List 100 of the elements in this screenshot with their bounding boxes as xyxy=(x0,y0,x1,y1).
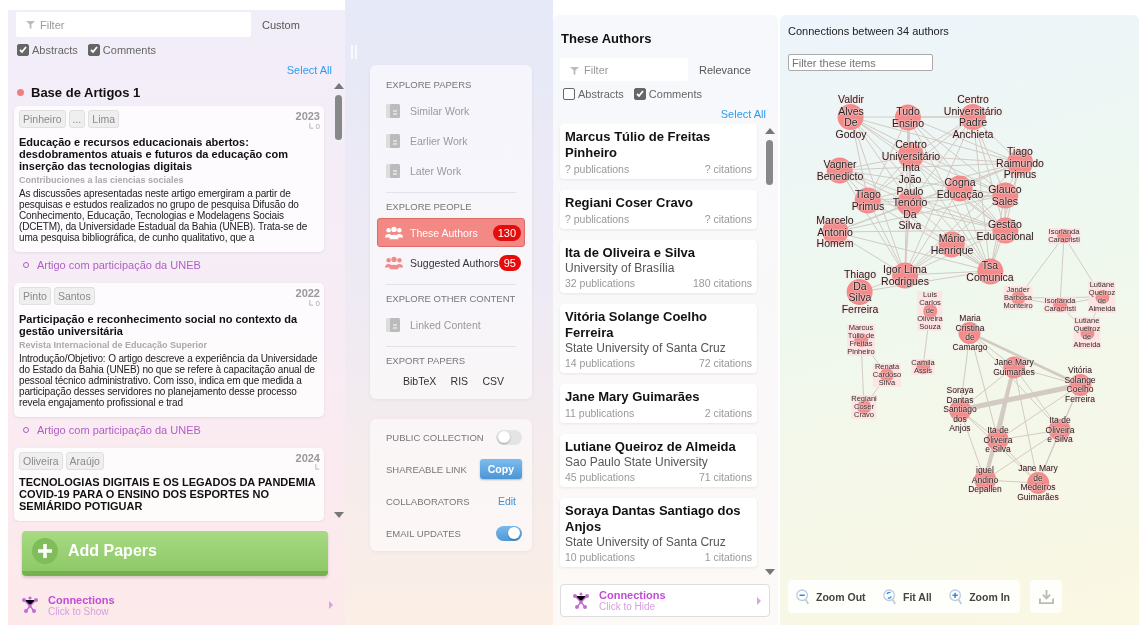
author-affiliation: University of Brasília xyxy=(565,261,676,275)
author-node[interactable]: iguel Andino Depallen xyxy=(968,465,1002,495)
paper-comment: Artigo com participação da UNEB xyxy=(37,259,201,271)
citation-count: ? citations xyxy=(704,163,752,175)
checkbox-label: Comments xyxy=(102,44,157,56)
paper-title[interactable]: Educação e recursos educacionais abertos: desdobramentos atuais e futuros da educação com inserção das tecnologias digitais xyxy=(19,136,320,172)
zoom-out-button[interactable]: Zoom Out xyxy=(796,588,866,605)
author-node[interactable]: Marcelo Antonio Homem xyxy=(816,214,854,250)
paper-card[interactable] xyxy=(14,106,324,252)
author-name: Marcus Túlio de Freitas Pinheiro xyxy=(565,129,712,161)
author-card[interactable]: Lutiane Queiroz de Almeida Sao Paulo State University 45 publications 71 citations xyxy=(560,434,757,487)
paper-title[interactable]: TECNOLOGIAS DIGITAIS E OS LEGADOS DA PANDEMIA COVID-19 PARA O ENSINO DOS ESPORTES NO SEMIÁRIDO POTIGUAR xyxy=(19,476,320,512)
author-node[interactable]: Ita de Oliveira e Silva xyxy=(983,425,1013,455)
author-node[interactable]: Ita de Oliveira e Silva xyxy=(1045,415,1075,445)
people-icon xyxy=(385,224,403,241)
checkbox-label: Comments xyxy=(648,88,703,100)
fit-all-button[interactable]: Fit All xyxy=(883,588,932,605)
author-node[interactable]: Mário Henrique xyxy=(930,232,974,256)
paper-comment: Artigo com participação da UNEB xyxy=(37,424,201,436)
author-node[interactable]: Glauco Sales xyxy=(988,183,1022,207)
sort-dropdown[interactable]: Relevance xyxy=(699,63,751,76)
setting-label: EMAIL UPDATES xyxy=(386,527,461,539)
paper-card[interactable] xyxy=(14,283,324,417)
author-node[interactable]: Tsa Comunica xyxy=(966,259,1014,283)
paper-abstract: As discussões apresentadas neste artigo emergiram a partir de pesquisas e estudos realizados no grupo de pesquisa Difusão do Conhecimento, Educação, Tecnologias e Modelagens Sociais (DCETM), da Universidade Estadual da Bahia (UNEB). Trata-se de uma pesquisa bibliográfica, de cunho qualitativo, que a xyxy=(19,188,309,243)
paper-title[interactable]: Participação e reconhecimento social no contexto da gestão universitária xyxy=(19,313,320,337)
caret-icon xyxy=(329,601,333,609)
filter-field[interactable]: Filter xyxy=(560,58,688,81)
author-node[interactable]: Tiago Primus xyxy=(851,188,885,212)
toggle-switch[interactable] xyxy=(496,429,522,445)
author-node[interactable]: Igor Lima Rodrigues xyxy=(881,263,929,287)
author-node[interactable]: Thiago Da Silva Ferreira xyxy=(841,269,879,315)
author-node[interactable]: Cogna Educação xyxy=(936,176,984,200)
toggle-switch[interactable] xyxy=(496,525,522,541)
author-node[interactable]: Gestão Educacional xyxy=(976,218,1034,242)
publication-count: 14 publications xyxy=(565,357,636,369)
author-node[interactable]: Vagner Benedicto xyxy=(816,158,864,182)
checkbox-label: Abstracts xyxy=(32,44,78,56)
checkbox[interactable] xyxy=(633,88,646,100)
network-icon xyxy=(571,591,591,610)
author-node[interactable]: Soraya Dantas Santiago dos Anjos xyxy=(943,386,977,434)
author-card[interactable]: Soraya Dantas Santiago dos Anjos State University of Santa Cruz 10 publications 1 citations xyxy=(560,498,757,567)
paper-year: 2024 xyxy=(295,452,320,464)
citation-count: 180 citations xyxy=(693,277,752,289)
paper-card[interactable]: Oliveira Araújo 2024 TECNOLOGIAS DIGITAIS E OS LEGADOS DA PANDEMIA COVID-19 PARA O ENSINO DOS ESPORTES NO SEMIÁRIDO POTIGUAR xyxy=(14,448,324,521)
count-badge: 130 xyxy=(492,224,521,241)
citation-count: 72 citations xyxy=(698,357,752,369)
author-card[interactable]: Ita de Oliveira e Silva University of Brasília 32 publications 180 citations xyxy=(560,240,757,293)
author-name: Regiani Coser Cravo xyxy=(565,195,694,211)
filter-field[interactable]: Filter xyxy=(16,12,251,37)
author-card[interactable]: Marcus Túlio de Freitas Pinheiro ? publications ? citations xyxy=(560,124,757,179)
publication-count: 45 publications xyxy=(565,471,636,483)
menu-item[interactable]: Suggested Authors 95 xyxy=(377,248,525,277)
document-icon xyxy=(385,162,403,179)
publication-count: 32 publications xyxy=(565,277,636,289)
author-node[interactable]: Jane Mary de Medeiros Guimarães xyxy=(1017,464,1059,502)
author-name: Vitória Solange Coelho Ferreira xyxy=(565,309,709,341)
citation-count: 71 citations xyxy=(698,471,752,483)
checkbox[interactable] xyxy=(17,44,29,56)
sort-dropdown[interactable]: Custom xyxy=(262,18,300,31)
checkbox[interactable] xyxy=(563,88,575,100)
author-node[interactable]: Maria Cristina de Camargo xyxy=(952,314,988,352)
plus-icon xyxy=(32,538,58,564)
export-link[interactable]: CSV xyxy=(482,375,504,387)
author-node[interactable]: Centro Universitário Inta xyxy=(881,138,941,174)
author-name: Ita de Oliveira e Silva xyxy=(565,245,697,261)
connections-toggle[interactable]: Connections Click to Hide xyxy=(560,584,770,617)
author-affiliation: State University of Santa Cruz xyxy=(565,535,727,549)
author-node[interactable]: Valdir Alves De Godoy xyxy=(835,94,867,140)
section-heading: EXPLORE PEOPLE xyxy=(385,201,473,212)
author-card[interactable]: Jane Mary Guimarães 11 publications 2 citations xyxy=(560,384,757,423)
author-name: Lutiane Queiroz de Almeida xyxy=(565,439,737,455)
author-name: Soraya Dantas Santiago dos Anjos xyxy=(565,503,742,535)
paper-year: 2022 xyxy=(295,287,320,299)
author-node[interactable]: Tudo Ensino xyxy=(891,105,925,129)
collection-name: Base de Artigos 1 xyxy=(31,85,141,100)
author-card[interactable]: Regiani Coser Cravo ? publications ? citations xyxy=(560,190,757,229)
panel-title: These Authors xyxy=(560,30,653,46)
author-node[interactable]: Vitória Solange Coelho Ferreira xyxy=(1064,366,1096,404)
caret-icon xyxy=(757,596,761,605)
citation-icon xyxy=(308,300,314,307)
menu-item[interactable]: These Authors 130 xyxy=(377,218,525,247)
author-card[interactable]: Vitória Solange Coelho Ferreira State University of Santa Cruz 14 publications 72 citations xyxy=(560,304,757,373)
export-link[interactable]: RIS xyxy=(450,375,469,387)
author-affiliation: Sao Paulo State University xyxy=(565,455,709,469)
author-node[interactable]: João Paulo Tenório Da Silva xyxy=(892,174,928,232)
publication-count: ? publications xyxy=(565,163,630,175)
zoom-in-button[interactable]: Zoom In xyxy=(949,588,1010,605)
graph-title: Connections between 34 authors xyxy=(787,24,949,37)
document-icon xyxy=(385,132,403,149)
checkbox[interactable] xyxy=(87,44,100,56)
paper-venue: Contribuciones a las ciencias sociales xyxy=(19,175,185,185)
people-icon xyxy=(385,254,403,271)
export-link[interactable]: BibTeX xyxy=(403,375,437,387)
author-node[interactable]: Tiago Raimundo Primus xyxy=(996,145,1044,181)
author-node[interactable]: Jane Mary Guimarães xyxy=(993,357,1035,377)
author-node[interactable]: Centro Universitário Padre Anchieta xyxy=(943,94,1003,140)
filter-field[interactable]: Filter these items xyxy=(788,54,933,71)
publication-count: 10 publications xyxy=(565,551,636,563)
citation-count: ? citations xyxy=(704,213,752,225)
